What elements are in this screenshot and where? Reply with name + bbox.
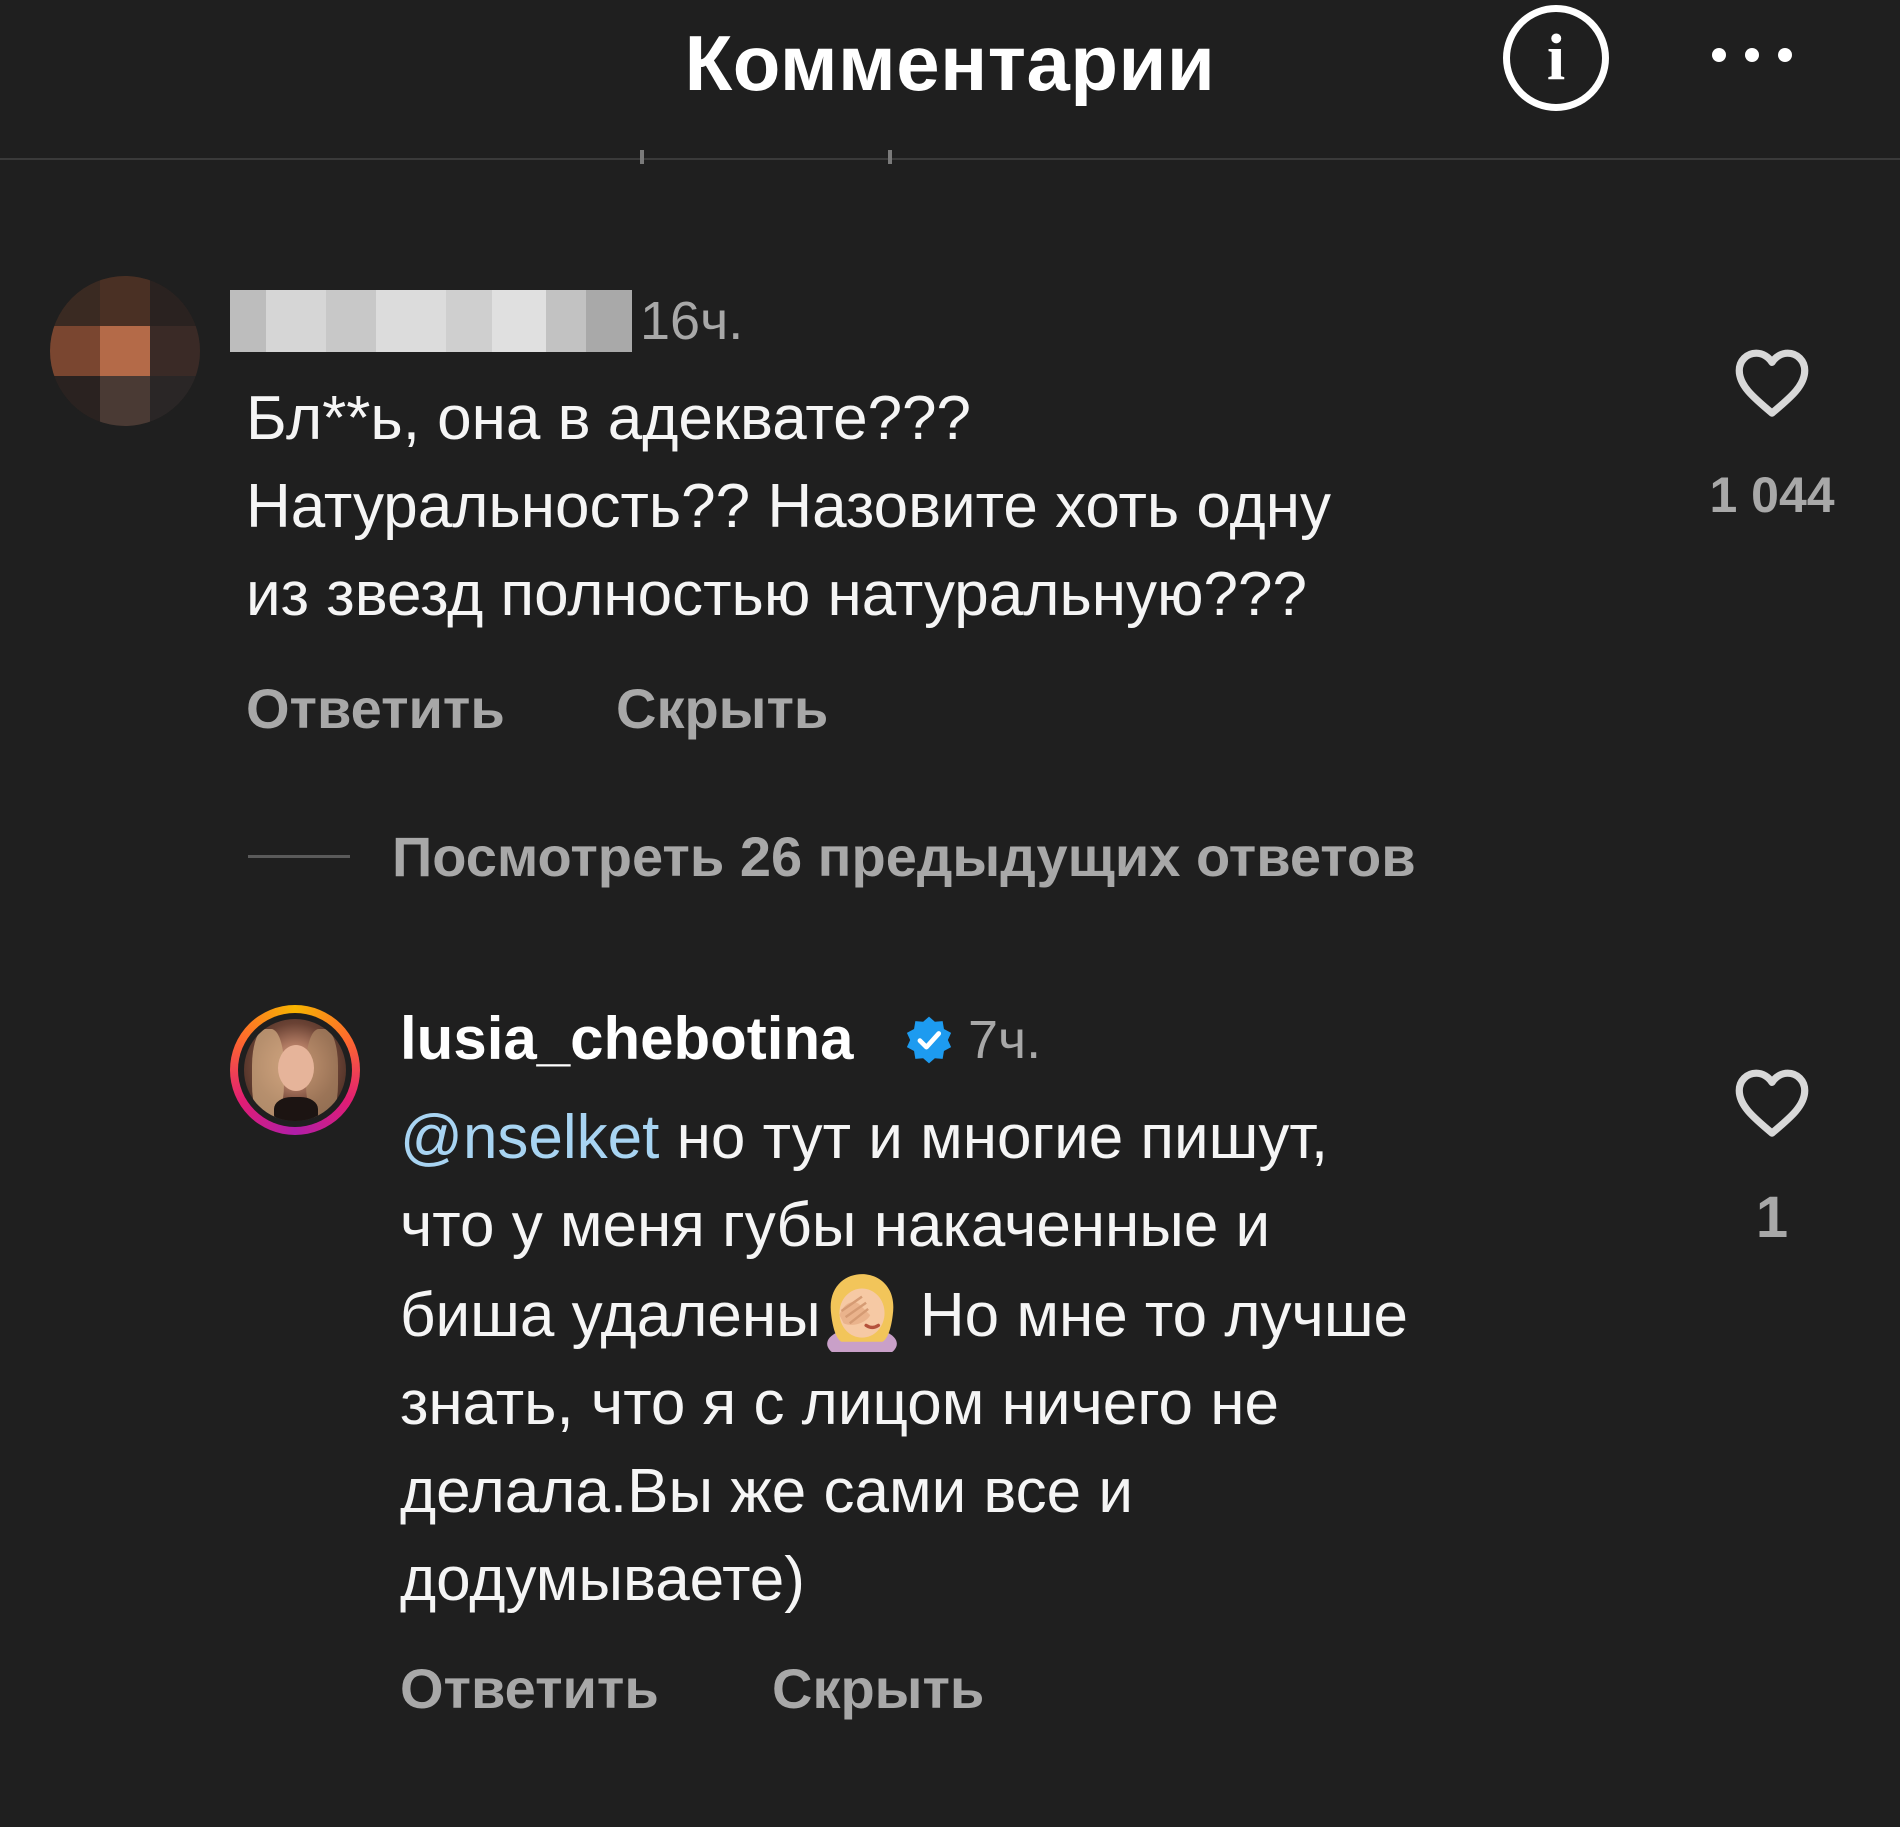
hide-button[interactable]: Скрыть	[772, 1656, 984, 1721]
comment-text: Бл**ь, она в адеквате??? Натуральность??…	[246, 384, 1331, 629]
like-heart-icon[interactable]	[1732, 346, 1812, 418]
divider	[888, 150, 892, 164]
page-title: Комментарии	[684, 19, 1216, 107]
comment-text: @nselket но тут и многие пишут, что у ме…	[400, 1103, 1409, 1614]
info-icon[interactable]: i	[1503, 5, 1609, 111]
next-item-partial	[400, 1806, 1100, 1827]
mention-link[interactable]: @nselket	[400, 1103, 659, 1172]
comment-timestamp: 7ч.	[968, 1010, 1042, 1070]
view-previous-replies-button[interactable]: Посмотреть 26 предыдущих ответов	[392, 824, 1416, 889]
comment-timestamp: 16ч.	[640, 291, 744, 351]
like-heart-icon[interactable]	[1732, 1066, 1812, 1138]
header-bar: Комментарии i	[0, 0, 1900, 160]
story-ring-avatar[interactable]	[230, 1005, 360, 1135]
verified-badge-icon	[906, 1016, 952, 1064]
like-count: 1 044	[1709, 467, 1835, 523]
more-options-icon[interactable]	[1712, 30, 1792, 80]
divider	[640, 150, 644, 164]
username[interactable]: lusia_chebotina	[400, 1004, 853, 1073]
username-blurred[interactable]	[230, 290, 632, 352]
avatar	[244, 1019, 346, 1121]
divider	[248, 855, 350, 858]
hide-button[interactable]: Скрыть	[616, 676, 828, 741]
like-count: 1	[1755, 1185, 1789, 1250]
reply-button[interactable]: Ответить	[400, 1656, 659, 1721]
avatar[interactable]	[50, 276, 200, 426]
reply-button[interactable]: Ответить	[246, 676, 505, 741]
facepalm-emoji-icon	[826, 1274, 897, 1352]
